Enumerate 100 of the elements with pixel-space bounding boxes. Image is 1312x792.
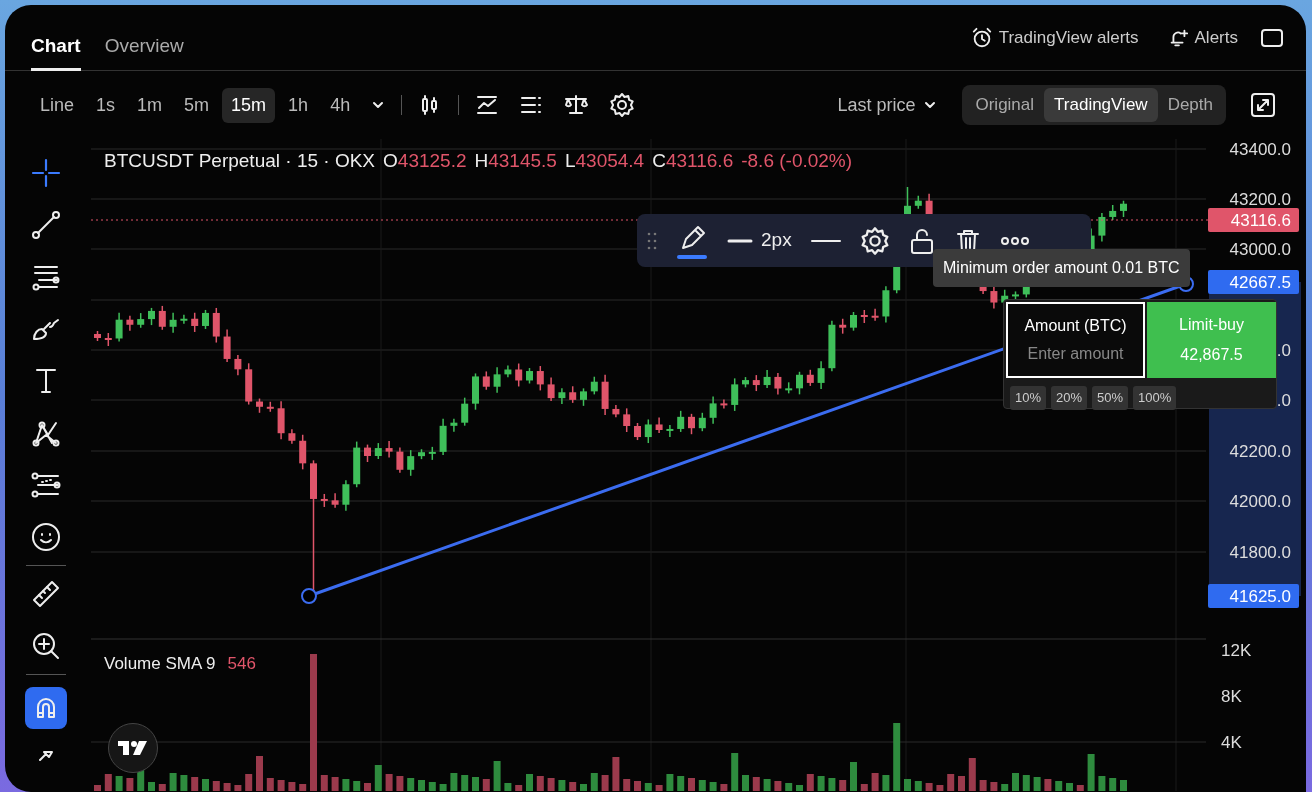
interval-button[interactable]: 15m	[222, 87, 276, 123]
price-label: 41800.0	[1229, 543, 1291, 562]
candle	[806, 369, 814, 387]
window-icon[interactable]	[1260, 26, 1284, 49]
ohlc-value: H43145.5	[474, 149, 557, 173]
amount-field[interactable]: Amount (BTC) Enter amount	[1006, 302, 1145, 378]
interval-button[interactable]: 1h	[279, 87, 318, 123]
candle	[839, 318, 847, 335]
alarm-clock-icon	[970, 26, 993, 49]
candle	[428, 446, 436, 461]
candle	[115, 311, 123, 343]
candle	[245, 362, 253, 406]
alert-button[interactable]: TradingView alerts	[964, 23, 1145, 52]
price-tag: 43116.6	[1208, 208, 1299, 232]
candle	[266, 401, 274, 413]
tab[interactable]: Overview	[104, 5, 184, 71]
price-tag: 41625.0	[1208, 584, 1299, 608]
candle	[396, 446, 404, 474]
interval-button[interactable]: 4h	[321, 87, 360, 123]
settings-icon	[609, 92, 636, 118]
view-tab[interactable]: TradingView	[1044, 88, 1158, 122]
symbol-title: BTCUSDT Perpetual · 15 · OKX	[104, 149, 376, 173]
logo-badge[interactable]	[108, 723, 158, 773]
candle	[407, 449, 415, 477]
view-tab[interactable]: Original	[965, 88, 1045, 122]
candle	[763, 369, 771, 389]
candle	[137, 312, 145, 329]
balance-scale-icon	[563, 93, 590, 117]
candle	[104, 332, 112, 347]
candle	[331, 492, 339, 509]
settings-button[interactable]	[859, 225, 890, 256]
more-button[interactable]	[999, 235, 1030, 246]
candle	[580, 387, 587, 407]
amount-input[interactable]: Enter amount	[1013, 342, 1138, 366]
price-tag: 42667.5	[1208, 270, 1299, 294]
interval-button[interactable]: 1s	[87, 87, 125, 123]
indicators-icon	[475, 93, 500, 117]
candle	[536, 365, 544, 392]
candle	[742, 376, 749, 389]
drag-handle-icon	[647, 231, 657, 250]
candle	[990, 286, 998, 310]
smiley-icon	[29, 521, 62, 553]
pin-icon	[37, 749, 54, 761]
candle	[353, 440, 361, 488]
volume-label: 4K	[1221, 733, 1242, 752]
alert-button[interactable]: Alerts	[1160, 23, 1244, 52]
candle	[223, 328, 231, 363]
candle	[634, 422, 641, 441]
ohlc-value: L43054.4	[564, 149, 645, 173]
view-tab[interactable]: Depth	[1157, 88, 1223, 122]
line-style-button[interactable]	[809, 237, 842, 244]
candle	[1098, 212, 1106, 243]
ohlc-value: O43125.2	[383, 149, 467, 173]
candle	[828, 320, 836, 372]
volume-label: 8K	[1221, 687, 1242, 706]
candle	[277, 400, 285, 440]
more-icon	[999, 235, 1030, 246]
candle	[720, 398, 728, 410]
magnet-button[interactable]	[24, 687, 67, 729]
candle	[180, 314, 188, 325]
candle	[731, 377, 739, 412]
price-source-dropdown[interactable]: Last price	[828, 87, 947, 123]
candle	[472, 372, 479, 411]
candle	[871, 307, 879, 322]
candle	[439, 418, 447, 456]
candle	[374, 442, 382, 460]
percent-button[interactable]: 50%	[1092, 386, 1129, 410]
logo-icon	[118, 739, 148, 757]
interval-button[interactable]: 1m	[128, 87, 172, 123]
candle	[601, 373, 609, 416]
candle	[860, 309, 868, 324]
trend-line-icon	[29, 209, 62, 241]
candle	[158, 305, 166, 331]
candle	[623, 407, 631, 433]
tooltip: Minimum order amount 0.01 BTC	[933, 249, 1190, 287]
candle	[515, 362, 523, 388]
line-handle[interactable]	[301, 588, 317, 604]
interval-button[interactable]: Line	[31, 87, 84, 123]
tab[interactable]: Chart	[31, 5, 81, 71]
line-width-button[interactable]: 2px	[727, 226, 792, 255]
candle	[126, 314, 134, 332]
percent-button[interactable]: 20%	[1051, 386, 1088, 410]
interval-button[interactable]: 5m	[175, 87, 219, 123]
candle	[774, 372, 782, 396]
candle	[796, 371, 803, 396]
candle	[212, 307, 220, 344]
candle	[461, 396, 469, 427]
candle	[612, 404, 620, 419]
candle	[288, 428, 296, 445]
crosshair-icon	[29, 157, 62, 189]
candle	[590, 375, 598, 396]
candle	[688, 413, 695, 435]
volume-label: 12K	[1221, 641, 1252, 660]
percent-button[interactable]: 100%	[1133, 386, 1177, 410]
price-change: -8.6 (-0.02%)	[741, 149, 853, 173]
candle	[418, 448, 425, 460]
candle	[148, 307, 155, 326]
percent-button[interactable]: 10%	[1010, 386, 1047, 410]
candle	[256, 397, 263, 414]
candle	[234, 354, 242, 377]
